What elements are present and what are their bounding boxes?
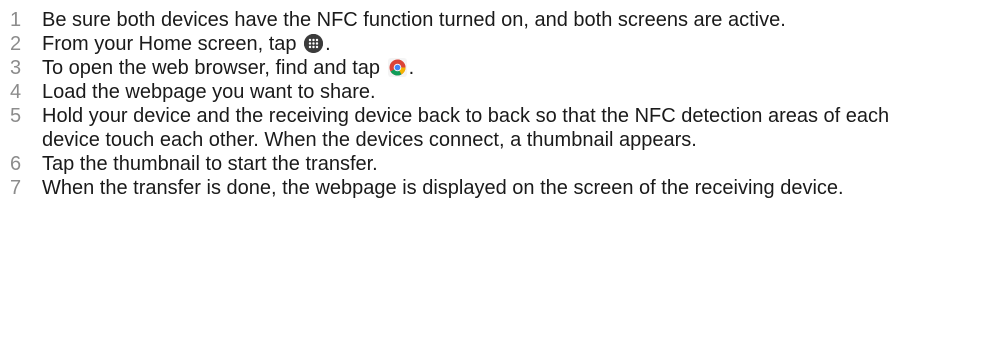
step-7: 7 When the transfer is done, the webpage… — [0, 176, 990, 200]
step-text-after: . — [325, 33, 331, 55]
step-3: 3 To open the web browser, find and tap … — [0, 56, 990, 80]
step-5: 5 Hold your device and the receiving dev… — [0, 104, 990, 152]
step-number: 4 — [10, 81, 22, 103]
step-text: Hold your device and the receiving devic… — [42, 105, 890, 151]
step-text: When the transfer is done, the webpage i… — [42, 177, 844, 199]
step-1: 1 Be sure both devices have the NFC func… — [0, 8, 990, 32]
step-text-after: . — [408, 57, 415, 79]
step-text: Tap the thumbnail to start the transfer. — [42, 153, 378, 175]
step-number: 3 — [10, 57, 22, 79]
chrome-browser-icon — [387, 58, 407, 77]
step-text-before: From your Home screen, tap — [42, 33, 297, 55]
step-text: To open the web browser, find and tap . — [42, 56, 942, 80]
step-text: Load the webpage you want to share. — [42, 81, 376, 103]
instruction-steps: 1 Be sure both devices have the NFC func… — [0, 0, 990, 200]
step-number: 7 — [10, 177, 22, 199]
step-text-before: To open the web browser, find and tap — [42, 57, 381, 79]
step-text: From your Home screen, tap . — [42, 32, 942, 56]
step-number: 6 — [10, 153, 22, 175]
apps-grid-icon — [304, 34, 324, 53]
step-text: Be sure both devices have the NFC functi… — [42, 9, 786, 31]
step-number: 1 — [10, 9, 22, 31]
step-6: 6 Tap the thumbnail to start the transfe… — [0, 152, 990, 176]
step-number: 5 — [10, 105, 22, 127]
step-4: 4 Load the webpage you want to share. — [0, 80, 990, 104]
step-2: 2 From your Home screen, tap . — [0, 32, 990, 56]
step-number: 2 — [10, 33, 22, 55]
